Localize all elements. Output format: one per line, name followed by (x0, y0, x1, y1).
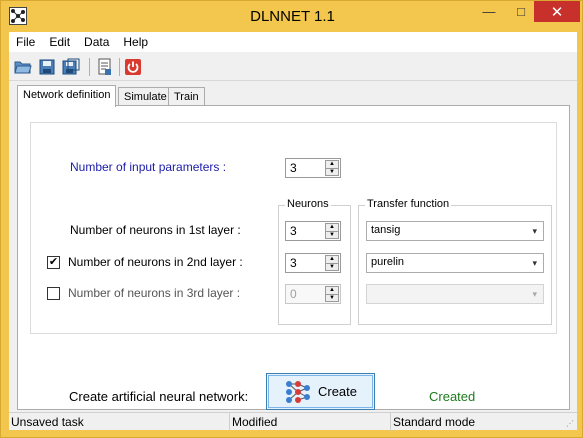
toolbar-separator (119, 58, 120, 76)
transfer-function-header: Transfer function (365, 198, 452, 210)
save-button[interactable] (37, 57, 57, 77)
layer3-label: Number of neurons in 3rd layer : (68, 286, 241, 300)
save-as-button[interactable] (61, 57, 81, 77)
layer3-neurons-value: 0 (290, 287, 297, 301)
title-bar[interactable]: DLNNET 1.1 — □ ✕ (1, 1, 583, 32)
status-modified: Modified (230, 413, 391, 431)
menu-data[interactable]: Data (77, 32, 116, 52)
layer2-neurons-spinner[interactable]: 3 ▲ ▼ (285, 253, 341, 273)
status-bar: Unsaved task Modified Standard mode ⋰ (9, 412, 577, 431)
spinner-arrows[interactable]: ▲ ▼ (325, 160, 339, 176)
input-parameters-spinner[interactable]: 3 ▲ ▼ (285, 158, 341, 178)
spin-down-icon[interactable]: ▼ (326, 293, 338, 302)
status-mode: Standard mode (393, 415, 476, 429)
layer3-neurons-spinner[interactable]: 0 ▲ ▼ (285, 284, 341, 304)
toolbar-separator (89, 58, 90, 76)
close-icon: ✕ (550, 3, 564, 21)
save-as-icon (62, 58, 80, 75)
exit-button[interactable] (123, 57, 143, 77)
open-folder-icon (14, 61, 32, 74)
layer3-transfer-select[interactable]: ▾ (366, 284, 544, 304)
create-button[interactable]: Create (266, 373, 375, 410)
neurons-header: Neurons (285, 198, 331, 210)
minimize-button[interactable]: — (475, 1, 503, 22)
menu-edit[interactable]: Edit (42, 32, 77, 52)
layer1-transfer-value: tansig (371, 224, 401, 236)
create-network-label: Create artificial neural network: (69, 389, 249, 404)
layer1-neurons-value: 3 (290, 224, 297, 238)
chevron-down-icon: ▾ (532, 289, 537, 299)
client-area: File Edit Data Help Network definition S… (9, 32, 577, 431)
layer2-label: Number of neurons in 2nd layer : (68, 255, 243, 269)
network-parameters-group: Number of input parameters : 3 ▲ ▼ Neuro… (30, 122, 557, 334)
network-definition-panel: Number of input parameters : 3 ▲ ▼ Neuro… (17, 105, 570, 410)
tab-train[interactable]: Train (168, 87, 205, 106)
layer2-transfer-value: purelin (371, 256, 405, 268)
chevron-down-icon: ▾ (532, 258, 537, 268)
menu-bar: File Edit Data Help (9, 32, 577, 52)
document-report-icon (98, 58, 111, 75)
app-window: DLNNET 1.1 — □ ✕ File Edit Data Help Net… (0, 0, 583, 438)
chevron-down-icon: ▾ (532, 226, 537, 236)
layer1-transfer-select[interactable]: tansig ▾ (366, 221, 544, 241)
layer1-neurons-spinner[interactable]: 3 ▲ ▼ (285, 221, 341, 241)
save-icon (39, 59, 55, 75)
tab-simulate[interactable]: Simulate (118, 87, 173, 106)
layer1-label: Number of neurons in 1st layer : (70, 223, 241, 237)
minimize-icon: — (482, 4, 496, 19)
power-exit-icon (125, 59, 141, 75)
resize-grip-icon[interactable]: ⋰ (566, 419, 576, 429)
creation-status: Created (429, 389, 476, 404)
status-task: Unsaved task (9, 413, 230, 431)
spinner-arrows[interactable]: ▲ ▼ (325, 286, 339, 302)
spin-down-icon[interactable]: ▼ (326, 167, 338, 176)
input-parameters-label: Number of input parameters : (70, 160, 227, 174)
maximize-icon: □ (517, 4, 525, 19)
input-parameters-value: 3 (290, 161, 297, 175)
neural-network-icon (285, 380, 310, 403)
layer2-transfer-select[interactable]: purelin ▾ (366, 253, 544, 273)
checkmark-icon: ✔ (48, 256, 59, 268)
layer2-neurons-value: 3 (290, 256, 297, 270)
menu-help[interactable]: Help (116, 32, 155, 52)
spin-down-icon[interactable]: ▼ (326, 262, 338, 271)
spinner-arrows[interactable]: ▲ ▼ (325, 255, 339, 271)
close-button[interactable]: ✕ (534, 1, 580, 22)
spin-down-icon[interactable]: ▼ (326, 230, 338, 239)
menu-file[interactable]: File (9, 32, 42, 52)
toolbar (9, 53, 577, 81)
open-button[interactable] (13, 57, 33, 77)
layer2-checkbox[interactable]: ✔ (47, 256, 60, 269)
tab-network-definition[interactable]: Network definition (17, 85, 117, 107)
spinner-arrows[interactable]: ▲ ▼ (325, 223, 339, 239)
maximize-button[interactable]: □ (507, 1, 535, 22)
layer3-checkbox[interactable] (47, 287, 60, 300)
create-button-label: Create (317, 384, 358, 399)
report-button[interactable] (95, 57, 115, 77)
